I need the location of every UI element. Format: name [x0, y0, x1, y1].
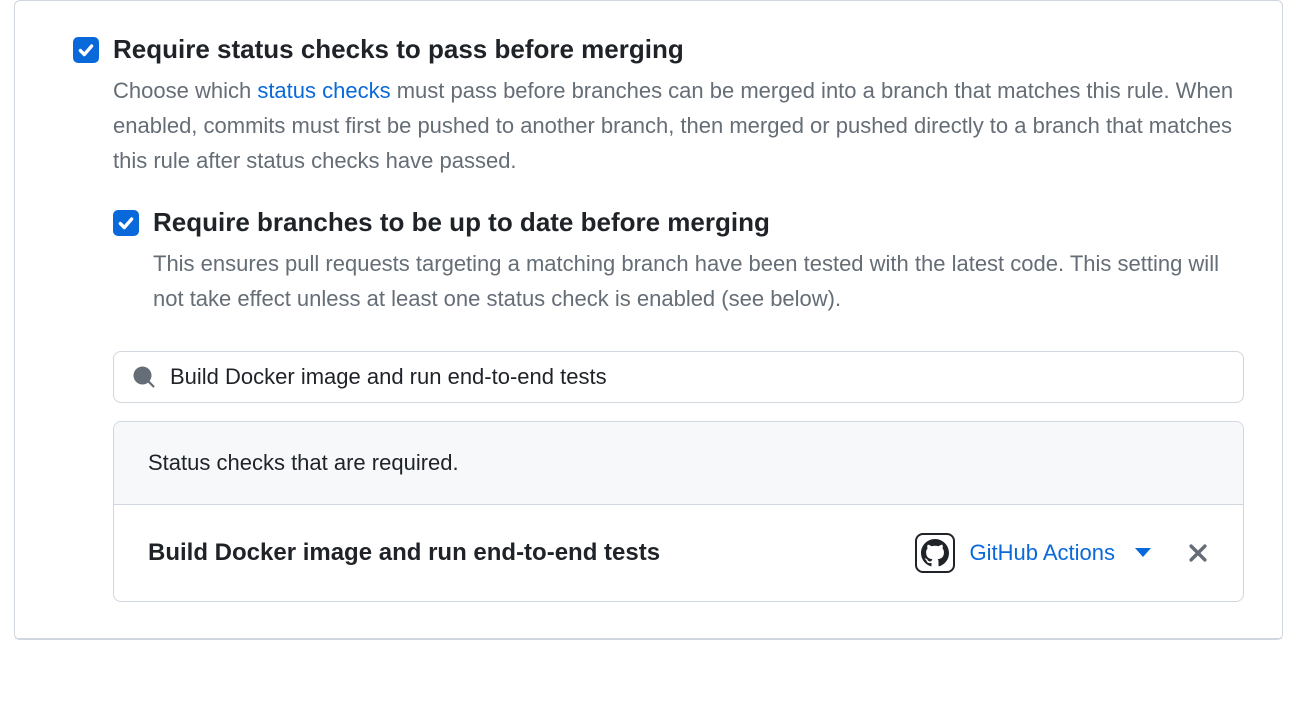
remove-check-button[interactable] — [1187, 542, 1209, 564]
caret-down-icon — [1135, 548, 1151, 557]
status-check-search-box[interactable] — [113, 351, 1244, 403]
status-checks-link[interactable]: status checks — [257, 78, 390, 103]
branch-protection-section: Require status checks to pass before mer… — [14, 0, 1283, 640]
require-up-to-date-desc: This ensures pull requests targeting a m… — [153, 246, 1244, 316]
status-checks-section: Require status checks to pass before mer… — [15, 1, 1282, 639]
required-status-checks-box: Status checks that are required. Build D… — [113, 421, 1244, 602]
search-icon — [132, 365, 156, 389]
required-check-name: Build Docker image and run end-to-end te… — [148, 539, 903, 567]
required-check-app-selector[interactable]: GitHub Actions — [915, 533, 1151, 573]
required-status-check-item: Build Docker image and run end-to-end te… — [114, 505, 1243, 601]
status-check-search-container — [113, 351, 1244, 403]
require-up-to-date-checkbox[interactable] — [113, 210, 139, 236]
status-check-search-input[interactable] — [170, 364, 1225, 390]
require-status-checks-desc: Choose which status checks must pass bef… — [113, 73, 1244, 179]
require-up-to-date-content: Require branches to be up to date before… — [153, 206, 1244, 316]
require-status-checks-checkbox[interactable] — [73, 37, 99, 63]
require-up-to-date-title: Require branches to be up to date before… — [153, 206, 1244, 240]
github-icon — [915, 533, 955, 573]
required-check-app-name: GitHub Actions — [969, 540, 1115, 566]
require-status-checks-option: Require status checks to pass before mer… — [73, 33, 1244, 178]
required-status-checks-header: Status checks that are required. — [114, 422, 1243, 505]
require-status-checks-content: Require status checks to pass before mer… — [113, 33, 1244, 178]
require-up-to-date-option: Require branches to be up to date before… — [113, 206, 1244, 316]
desc-prefix: Choose which — [113, 78, 257, 103]
require-status-checks-title: Require status checks to pass before mer… — [113, 33, 1244, 67]
